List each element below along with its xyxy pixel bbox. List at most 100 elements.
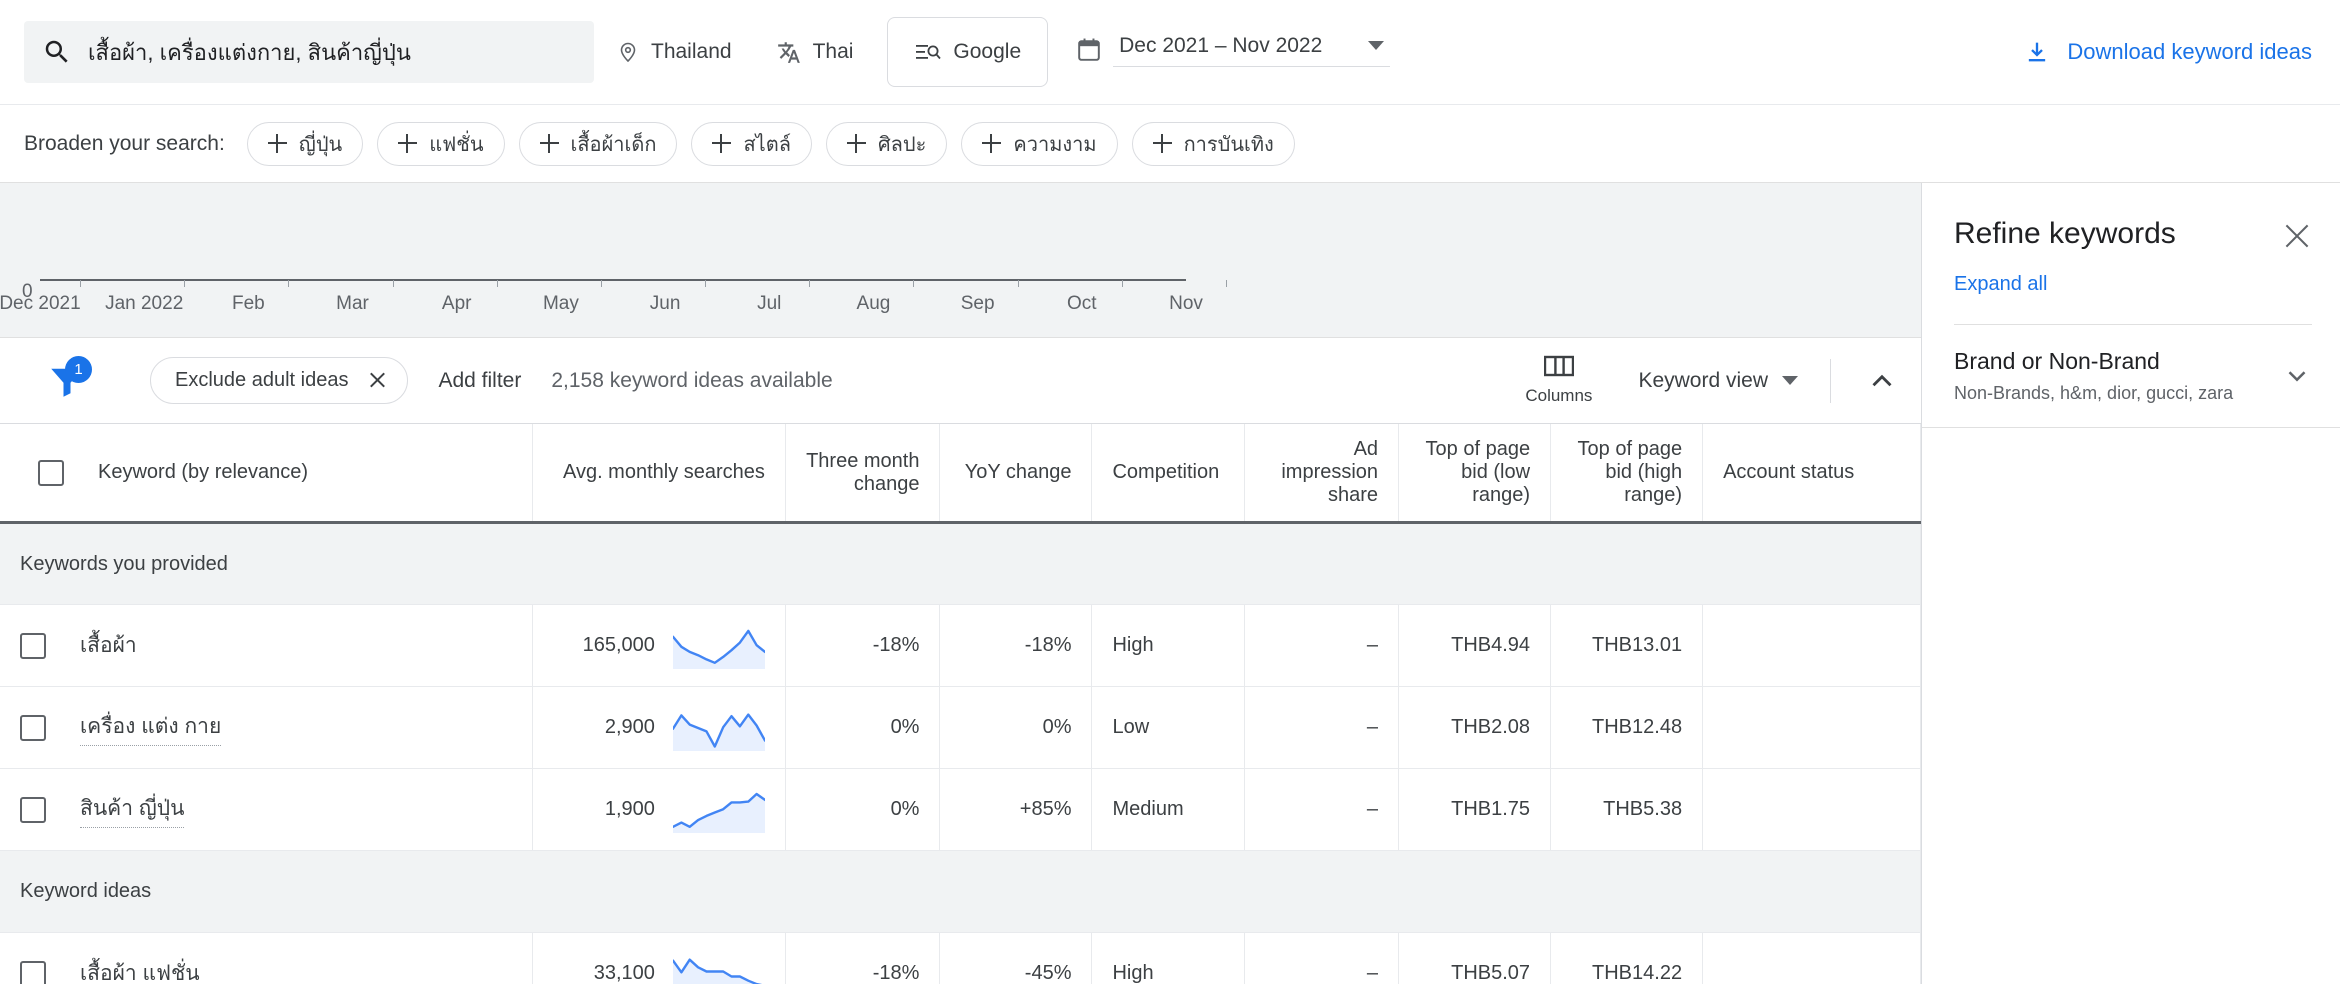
chart-x-label: Nov [1169,293,1203,315]
keyword-table-header-row: Keyword (by relevance) Avg. monthly sear… [0,424,1921,523]
column-header-bid-high[interactable]: Top of page bid (high range) [1551,424,1703,523]
cell-bid-high: THB12.48 [1551,687,1703,769]
cell-keyword[interactable]: เครื่อง แต่ง กาย [0,687,532,769]
broaden-chip-0[interactable]: ญี่ปุ่น [247,122,363,166]
cell-keyword[interactable]: สินค้า ญี่ปุ่น [0,769,532,851]
cell-ad-impression-share: – [1244,769,1399,851]
refine-item-title: Brand or Non-Brand [1954,347,2233,376]
collapse-chart-button[interactable] [1865,364,1899,398]
keyword-text: สินค้า ญี่ปุ่น [80,792,184,828]
active-filter-chip[interactable]: Exclude adult ideas [150,357,408,404]
keyword-table-wrapper[interactable]: Keyword (by relevance) Avg. monthly sear… [0,423,1921,984]
column-header-avg-monthly-searches[interactable]: Avg. monthly searches [532,424,785,523]
cell-yoy-change: 0% [940,687,1092,769]
download-label: Download keyword ideas [2067,39,2312,65]
keyword-table-body: Keywords you providedเสื้อผ้า165,000-18%… [0,523,1921,984]
cell-keyword[interactable]: เสื้อผ้า แฟชั่น [0,933,532,984]
cell-three-month-change: 0% [785,687,940,769]
download-icon [2023,38,2051,66]
broaden-search-row: Broaden your search: ญี่ปุ่น แฟชั่น เสื้… [0,105,2340,183]
refine-item-brand-or-non-brand[interactable]: Brand or Non-Brand Non-Brands, h&m, dior… [1922,325,2340,428]
search-network-icon [914,40,942,64]
sparkline-icon [673,705,765,751]
plus-icon [982,134,1001,153]
column-header-account-status[interactable]: Account status [1703,424,1921,523]
keyword-view-selector[interactable]: Keyword view [1638,369,1798,393]
broaden-chip-2[interactable]: เสื้อผ้าเด็ก [519,122,678,166]
search-input[interactable]: เสื้อผ้า, เครื่องแต่งกาย, สินค้าญี่ปุ่น [24,21,594,83]
cell-three-month-change: -18% [785,933,940,984]
cell-competition: Low [1092,687,1244,769]
date-range-label: Dec 2021 – Nov 2022 [1119,34,1322,58]
cell-competition: High [1092,933,1244,984]
network-selector[interactable]: Google [887,17,1048,87]
cell-ad-impression-share: – [1244,687,1399,769]
row-checkbox[interactable] [20,633,46,659]
search-icon [42,37,72,67]
refine-item-subtitle: Non-Brands, h&m, dior, gucci, zara [1954,382,2233,405]
cell-ad-impression-share: – [1244,605,1399,687]
cell-account-status [1703,933,1921,984]
body: 0 Dec 2021Jan 2022FebMarAprMayJunJulAugS… [0,183,2340,984]
sparkline-icon [673,623,765,669]
table-row[interactable]: สินค้า ญี่ปุ่น1,9000%+85%Medium–THB1.75T… [0,769,1921,851]
row-checkbox[interactable] [20,715,46,741]
filter-toolbar: 1 Exclude adult ideas Add filter 2,158 k… [0,338,1921,423]
column-header-keyword-label: Keyword (by relevance) [98,461,308,484]
cell-account-status [1703,769,1921,851]
row-checkbox[interactable] [20,961,46,984]
chart-x-label: Dec 2021 [0,293,81,315]
add-filter-button[interactable]: Add filter [438,369,521,393]
language-selector[interactable]: Thai [754,27,876,77]
cell-avg-monthly-searches: 33,100 [532,933,785,984]
row-checkbox[interactable] [20,797,46,823]
cell-keyword[interactable]: เสื้อผ้า [0,605,532,687]
table-group-row: Keyword ideas [0,851,1921,933]
plus-icon [540,134,559,153]
close-icon[interactable] [2282,221,2312,251]
keyword-planner-page: เสื้อผ้า, เครื่องแต่งกาย, สินค้าญี่ปุ่น … [0,0,2340,984]
table-row[interactable]: เสื้อผ้า165,000-18%-18%High–THB4.94THB13… [0,605,1921,687]
search-volume-chart: 0 Dec 2021Jan 2022FebMarAprMayJunJulAugS… [0,183,1921,338]
column-header-bid-low[interactable]: Top of page bid (low range) [1399,424,1551,523]
cell-yoy-change: -18% [940,605,1092,687]
broaden-chip-4[interactable]: ศิลปะ [826,122,947,166]
date-range-selector[interactable]: Dec 2021 – Nov 2022 [1078,34,1390,71]
broaden-chip-3[interactable]: สไตล์ [691,122,812,166]
chevron-down-icon[interactable] [1368,41,1384,50]
chart-x-label: Mar [336,293,369,315]
chart-x-label: May [543,293,579,315]
close-icon[interactable] [368,371,387,390]
column-header-three-month-change[interactable]: Three month change [785,424,940,523]
download-keyword-ideas-button[interactable]: Download keyword ideas [2023,38,2312,66]
broaden-chip-label: ศิลปะ [878,128,926,160]
chevron-up-icon [1865,364,1899,398]
select-all-checkbox[interactable] [38,460,64,486]
column-header-yoy-change[interactable]: YoY change [940,424,1092,523]
chart-x-axis-labels: Dec 2021Jan 2022FebMarAprMayJunJulAugSep… [0,293,1921,321]
column-header-ad-impression-share[interactable]: Ad impression share [1244,424,1399,523]
cell-avg-monthly-searches: 165,000 [532,605,785,687]
location-selector[interactable]: Thailand [594,27,754,77]
chart-x-label: Feb [232,293,265,315]
cell-avg-monthly-searches: 2,900 [532,687,785,769]
broaden-chip-1[interactable]: แฟชั่น [377,122,504,166]
columns-button[interactable]: Columns [1525,355,1592,406]
table-row[interactable]: เสื้อผ้า แฟชั่น33,100-18%-45%High–THB5.0… [0,933,1921,984]
chart-x-label: Jan 2022 [105,293,183,315]
network-label: Google [953,40,1021,64]
broaden-chip-5[interactable]: ความงาม [961,122,1117,166]
table-row[interactable]: เครื่อง แต่ง กาย2,9000%0%Low–THB2.08THB1… [0,687,1921,769]
column-header-competition[interactable]: Competition [1092,424,1244,523]
column-header-keyword[interactable]: Keyword (by relevance) [0,424,532,523]
chart-x-label: Jun [650,293,681,315]
broaden-chip-label: ญี่ปุ่น [299,128,342,160]
filter-icon[interactable]: 1 [46,360,88,402]
cell-avg-monthly-searches: 1,900 [532,769,785,851]
expand-all-link[interactable]: Expand all [1954,273,2312,296]
plus-icon [1153,134,1172,153]
table-group-title: Keyword ideas [0,851,1921,933]
broaden-chip-6[interactable]: การบันเทิง [1132,122,1295,166]
toolbar-divider [1830,359,1831,403]
avg-monthly-searches-value: 33,100 [594,962,655,984]
